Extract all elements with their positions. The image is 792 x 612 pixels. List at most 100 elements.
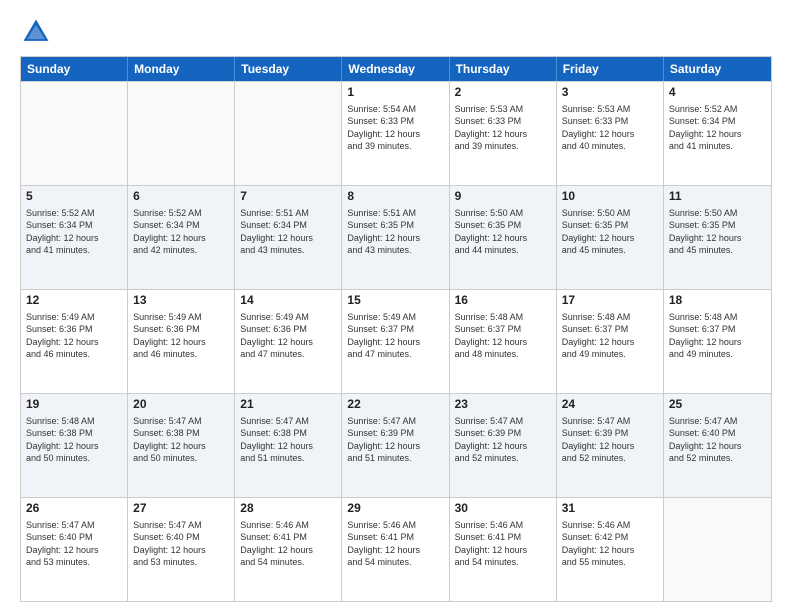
calendar-cell: 6 Sunrise: 5:52 AM Sunset: 6:34 PM Daylig… bbox=[128, 186, 235, 289]
day-info: Sunrise: 5:52 AM Sunset: 6:34 PM Dayligh… bbox=[26, 207, 122, 257]
day-number: 21 bbox=[240, 397, 336, 413]
calendar-cell: 29 Sunrise: 5:46 AM Sunset: 6:41 PM Dayli… bbox=[342, 498, 449, 601]
day-number: 16 bbox=[455, 293, 551, 309]
day-info: Sunrise: 5:47 AM Sunset: 6:39 PM Dayligh… bbox=[347, 415, 443, 465]
calendar-cell bbox=[21, 82, 128, 185]
day-number: 17 bbox=[562, 293, 658, 309]
day-number: 6 bbox=[133, 189, 229, 205]
calendar: SundayMondayTuesdayWednesdayThursdayFrid… bbox=[20, 56, 772, 602]
day-number: 4 bbox=[669, 85, 766, 101]
day-info: Sunrise: 5:53 AM Sunset: 6:33 PM Dayligh… bbox=[455, 103, 551, 153]
day-info: Sunrise: 5:52 AM Sunset: 6:34 PM Dayligh… bbox=[133, 207, 229, 257]
calendar-cell: 25 Sunrise: 5:47 AM Sunset: 6:40 PM Dayli… bbox=[664, 394, 771, 497]
day-number: 5 bbox=[26, 189, 122, 205]
calendar-cell: 26 Sunrise: 5:47 AM Sunset: 6:40 PM Dayli… bbox=[21, 498, 128, 601]
calendar-cell: 8 Sunrise: 5:51 AM Sunset: 6:35 PM Daylig… bbox=[342, 186, 449, 289]
day-number: 18 bbox=[669, 293, 766, 309]
calendar-cell: 22 Sunrise: 5:47 AM Sunset: 6:39 PM Dayli… bbox=[342, 394, 449, 497]
calendar-row-4: 26 Sunrise: 5:47 AM Sunset: 6:40 PM Dayli… bbox=[21, 497, 771, 601]
day-info: Sunrise: 5:50 AM Sunset: 6:35 PM Dayligh… bbox=[669, 207, 766, 257]
calendar-cell: 23 Sunrise: 5:47 AM Sunset: 6:39 PM Dayli… bbox=[450, 394, 557, 497]
day-number: 15 bbox=[347, 293, 443, 309]
day-info: Sunrise: 5:47 AM Sunset: 6:39 PM Dayligh… bbox=[455, 415, 551, 465]
header-day-sunday: Sunday bbox=[21, 57, 128, 81]
day-info: Sunrise: 5:50 AM Sunset: 6:35 PM Dayligh… bbox=[562, 207, 658, 257]
day-number: 9 bbox=[455, 189, 551, 205]
logo bbox=[20, 16, 56, 48]
calendar-cell bbox=[664, 498, 771, 601]
day-number: 31 bbox=[562, 501, 658, 517]
day-info: Sunrise: 5:47 AM Sunset: 6:40 PM Dayligh… bbox=[26, 519, 122, 569]
day-number: 23 bbox=[455, 397, 551, 413]
day-info: Sunrise: 5:46 AM Sunset: 6:41 PM Dayligh… bbox=[455, 519, 551, 569]
day-info: Sunrise: 5:46 AM Sunset: 6:41 PM Dayligh… bbox=[240, 519, 336, 569]
day-info: Sunrise: 5:48 AM Sunset: 6:38 PM Dayligh… bbox=[26, 415, 122, 465]
day-info: Sunrise: 5:50 AM Sunset: 6:35 PM Dayligh… bbox=[455, 207, 551, 257]
day-info: Sunrise: 5:47 AM Sunset: 6:40 PM Dayligh… bbox=[133, 519, 229, 569]
day-info: Sunrise: 5:54 AM Sunset: 6:33 PM Dayligh… bbox=[347, 103, 443, 153]
day-number: 19 bbox=[26, 397, 122, 413]
calendar-cell: 21 Sunrise: 5:47 AM Sunset: 6:38 PM Dayli… bbox=[235, 394, 342, 497]
day-info: Sunrise: 5:49 AM Sunset: 6:36 PM Dayligh… bbox=[240, 311, 336, 361]
calendar-cell: 31 Sunrise: 5:46 AM Sunset: 6:42 PM Dayli… bbox=[557, 498, 664, 601]
calendar-cell: 20Sunrise: 5:47 AM Sunset: 6:38 PM Dayli… bbox=[128, 394, 235, 497]
calendar-cell bbox=[128, 82, 235, 185]
day-number: 29 bbox=[347, 501, 443, 517]
calendar-cell: 12 Sunrise: 5:49 AM Sunset: 6:36 PM Dayli… bbox=[21, 290, 128, 393]
day-info: Sunrise: 5:47 AM Sunset: 6:38 PM Dayligh… bbox=[240, 415, 336, 465]
calendar-cell: 15Sunrise: 5:49 AM Sunset: 6:37 PM Dayli… bbox=[342, 290, 449, 393]
calendar-cell: 1 Sunrise: 5:54 AM Sunset: 6:33 PM Daylig… bbox=[342, 82, 449, 185]
day-number: 25 bbox=[669, 397, 766, 413]
day-number: 12 bbox=[26, 293, 122, 309]
day-info: Sunrise: 5:48 AM Sunset: 6:37 PM Dayligh… bbox=[562, 311, 658, 361]
day-info: Sunrise: 5:47 AM Sunset: 6:38 PM Dayligh… bbox=[133, 415, 229, 465]
header-day-saturday: Saturday bbox=[664, 57, 771, 81]
calendar-cell: 5 Sunrise: 5:52 AM Sunset: 6:34 PM Daylig… bbox=[21, 186, 128, 289]
calendar-cell: 18 Sunrise: 5:48 AM Sunset: 6:37 PM Dayli… bbox=[664, 290, 771, 393]
day-info: Sunrise: 5:46 AM Sunset: 6:41 PM Dayligh… bbox=[347, 519, 443, 569]
day-info: Sunrise: 5:46 AM Sunset: 6:42 PM Dayligh… bbox=[562, 519, 658, 569]
calendar-cell: 19 Sunrise: 5:48 AM Sunset: 6:38 PM Dayli… bbox=[21, 394, 128, 497]
day-info: Sunrise: 5:48 AM Sunset: 6:37 PM Dayligh… bbox=[455, 311, 551, 361]
calendar-cell: 27Sunrise: 5:47 AM Sunset: 6:40 PM Dayli… bbox=[128, 498, 235, 601]
day-number: 24 bbox=[562, 397, 658, 413]
day-info: Sunrise: 5:51 AM Sunset: 6:35 PM Dayligh… bbox=[347, 207, 443, 257]
calendar-row-3: 19 Sunrise: 5:48 AM Sunset: 6:38 PM Dayli… bbox=[21, 393, 771, 497]
header-day-wednesday: Wednesday bbox=[342, 57, 449, 81]
calendar-cell: 7 Sunrise: 5:51 AM Sunset: 6:34 PM Daylig… bbox=[235, 186, 342, 289]
calendar-cell: 13Sunrise: 5:49 AM Sunset: 6:36 PM Dayli… bbox=[128, 290, 235, 393]
calendar-body: 1 Sunrise: 5:54 AM Sunset: 6:33 PM Daylig… bbox=[21, 81, 771, 601]
calendar-row-2: 12 Sunrise: 5:49 AM Sunset: 6:36 PM Dayli… bbox=[21, 289, 771, 393]
day-info: Sunrise: 5:48 AM Sunset: 6:37 PM Dayligh… bbox=[669, 311, 766, 361]
day-number: 30 bbox=[455, 501, 551, 517]
logo-icon bbox=[20, 16, 52, 48]
calendar-cell: 14 Sunrise: 5:49 AM Sunset: 6:36 PM Dayli… bbox=[235, 290, 342, 393]
day-number: 13 bbox=[133, 293, 229, 309]
calendar-cell: 4 Sunrise: 5:52 AM Sunset: 6:34 PM Daylig… bbox=[664, 82, 771, 185]
calendar-cell: 10 Sunrise: 5:50 AM Sunset: 6:35 PM Dayli… bbox=[557, 186, 664, 289]
day-number: 2 bbox=[455, 85, 551, 101]
day-number: 22 bbox=[347, 397, 443, 413]
day-info: Sunrise: 5:52 AM Sunset: 6:34 PM Dayligh… bbox=[669, 103, 766, 153]
calendar-cell: 16 Sunrise: 5:48 AM Sunset: 6:37 PM Dayli… bbox=[450, 290, 557, 393]
calendar-cell: 24 Sunrise: 5:47 AM Sunset: 6:39 PM Dayli… bbox=[557, 394, 664, 497]
calendar-cell: 28Sunrise: 5:46 AM Sunset: 6:41 PM Dayli… bbox=[235, 498, 342, 601]
day-number: 14 bbox=[240, 293, 336, 309]
header-day-monday: Monday bbox=[128, 57, 235, 81]
day-number: 10 bbox=[562, 189, 658, 205]
day-number: 8 bbox=[347, 189, 443, 205]
calendar-cell: 30 Sunrise: 5:46 AM Sunset: 6:41 PM Dayli… bbox=[450, 498, 557, 601]
day-number: 7 bbox=[240, 189, 336, 205]
day-info: Sunrise: 5:49 AM Sunset: 6:36 PM Dayligh… bbox=[26, 311, 122, 361]
day-info: Sunrise: 5:47 AM Sunset: 6:40 PM Dayligh… bbox=[669, 415, 766, 465]
calendar-cell: 2 Sunrise: 5:53 AM Sunset: 6:33 PM Daylig… bbox=[450, 82, 557, 185]
header bbox=[20, 16, 772, 48]
day-info: Sunrise: 5:47 AM Sunset: 6:39 PM Dayligh… bbox=[562, 415, 658, 465]
calendar-cell: 3Sunrise: 5:53 AM Sunset: 6:33 PM Daylig… bbox=[557, 82, 664, 185]
day-info: Sunrise: 5:51 AM Sunset: 6:34 PM Dayligh… bbox=[240, 207, 336, 257]
calendar-row-1: 5 Sunrise: 5:52 AM Sunset: 6:34 PM Daylig… bbox=[21, 185, 771, 289]
day-number: 26 bbox=[26, 501, 122, 517]
day-info: Sunrise: 5:53 AM Sunset: 6:33 PM Dayligh… bbox=[562, 103, 658, 153]
header-day-tuesday: Tuesday bbox=[235, 57, 342, 81]
day-number: 1 bbox=[347, 85, 443, 101]
